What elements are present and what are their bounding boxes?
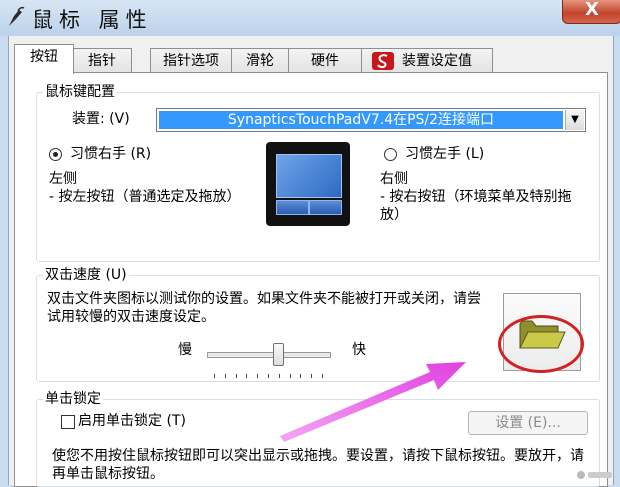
close-icon: X — [585, 0, 599, 20]
click-lock-desc: 使您不用按住鼠标按钮即可以突出显示或拖拽。要设置，请按下鼠标按钮。要放开，请再单… — [52, 448, 584, 482]
click-lock-checkbox[interactable] — [61, 415, 75, 429]
left-side-desc: - 按左按钮（普通选定及拖放） — [49, 189, 241, 205]
annotation-circle — [498, 315, 584, 373]
right-side-desc: - 按右按钮（环境菜单及特别拖放） — [380, 189, 572, 223]
group-label: 鼠标键配置 — [43, 83, 117, 101]
slider-tick — [289, 374, 291, 378]
tab-label: 滑轮 — [246, 53, 274, 69]
right-hand-radio[interactable] — [49, 148, 62, 161]
tab-label: 指针 — [88, 53, 116, 69]
tab-label: 硬件 — [311, 53, 339, 69]
slider-tick — [300, 374, 302, 378]
tab-hardware[interactable]: 硬件 — [288, 48, 362, 73]
touchpad-left-button — [276, 200, 309, 215]
group-label: 单击锁定 — [43, 390, 103, 408]
right-hand-label[interactable]: 习惯右手 (R) — [70, 145, 151, 163]
device-select[interactable]: SynapticsTouchPadV7.4在PS/2连接端口 ▼ — [156, 108, 586, 132]
touchpad-right-button — [309, 200, 342, 215]
tab-buttons[interactable]: 按钮 — [14, 44, 74, 74]
tab-pointer-options[interactable]: 指针选项 — [150, 48, 232, 73]
slider-tick — [311, 374, 313, 378]
right-side-title: 右侧 — [380, 171, 408, 187]
window-title: 鼠标 属性 — [32, 8, 153, 32]
tab-label: 按钮 — [30, 49, 58, 65]
close-button[interactable]: X — [562, 0, 620, 24]
group-label: 双击速度 (U) — [43, 266, 129, 284]
tab-wheel[interactable]: 滑轮 — [231, 48, 289, 73]
touchpad-image — [266, 142, 350, 226]
slider-tick — [224, 374, 226, 378]
left-hand-label[interactable]: 习惯左手 (L) — [405, 145, 484, 163]
slider-tick — [257, 374, 259, 378]
left-side-title: 左侧 — [49, 171, 77, 187]
tab-label: 指针选项 — [163, 53, 219, 69]
slider-tick — [322, 374, 323, 378]
tab-label: 装置设定值 — [402, 53, 472, 69]
slow-label: 慢 — [178, 342, 192, 358]
slider-tick — [235, 374, 237, 378]
chevron-down-icon[interactable]: ▼ — [565, 110, 584, 130]
device-label: 装置: (V) — [72, 111, 130, 127]
double-click-desc: 双击文件夹图标以测试你的设置。如果文件夹不能被打开或关闭，请尝试用较慢的双击速度… — [47, 291, 481, 325]
click-lock-label[interactable]: 启用单击锁定 (T) — [78, 412, 186, 430]
mouse-icon — [9, 6, 25, 26]
device-select-value: SynapticsTouchPadV7.4在PS/2连接端口 — [159, 111, 563, 129]
double-click-speed-slider[interactable] — [207, 352, 331, 358]
settings-button[interactable]: 设置 (E)... — [468, 411, 588, 435]
synaptics-icon — [372, 52, 394, 70]
slider-thumb[interactable] — [272, 343, 284, 366]
touchpad-surface — [276, 154, 342, 198]
fast-label: 快 — [352, 342, 366, 358]
left-hand-radio[interactable] — [384, 148, 397, 161]
watermark-logo — [577, 471, 612, 479]
tab-pointers[interactable]: 指针 — [72, 48, 132, 73]
slider-tick — [214, 374, 215, 378]
tab-device-settings[interactable]: 装置设定值 — [361, 48, 493, 73]
slider-tick — [246, 374, 248, 378]
slider-tick — [278, 374, 280, 378]
slider-tick — [268, 374, 269, 378]
